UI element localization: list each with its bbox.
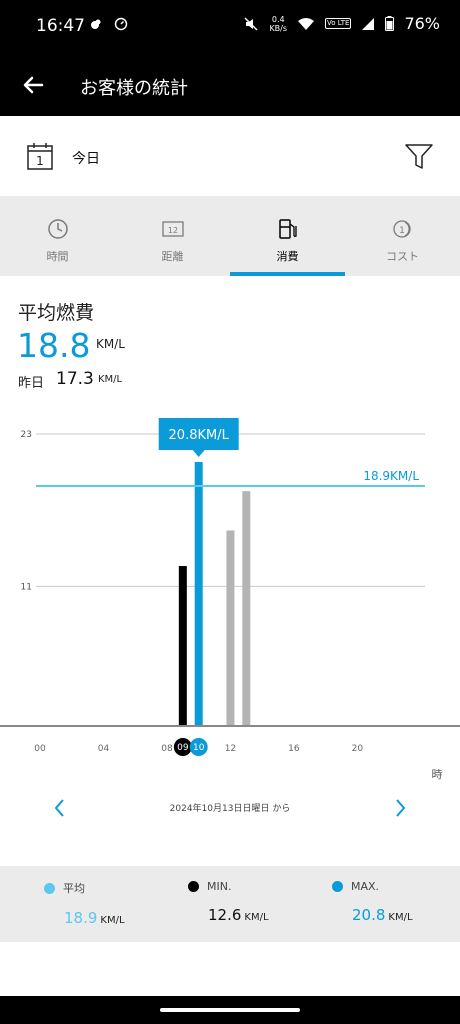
network-speed: 0.4 KB/s: [269, 14, 288, 33]
yesterday-value: 17.3: [56, 369, 94, 389]
bar: [226, 530, 235, 726]
calendar-icon[interactable]: 1: [27, 142, 53, 170]
svg-text:1: 1: [399, 226, 405, 236]
yesterday-unit: KM/L: [98, 374, 123, 385]
summary-unit: KM/L: [100, 915, 125, 926]
summary-label: 平均: [63, 882, 85, 895]
fuel-pump-icon: [278, 219, 297, 239]
speedometer-icon: [114, 17, 128, 31]
x-tick-label: 08: [161, 744, 173, 754]
summary-label: MIN.: [207, 880, 232, 893]
gesture-bar: [0, 996, 460, 1024]
svg-text:12: 12: [167, 226, 177, 235]
bar: [194, 461, 203, 726]
summary-value: 18.9: [64, 909, 98, 927]
tooltip-label: 20.8KM/L: [169, 428, 230, 443]
chevron-right-icon[interactable]: [390, 797, 410, 819]
date-selector[interactable]: 1 今日: [0, 116, 460, 196]
active-tab-indicator: [230, 272, 345, 276]
page-title: お客様の統計: [80, 78, 188, 99]
x-tick-label: 10: [193, 743, 205, 753]
summary-unit: KM/L: [388, 912, 413, 923]
x-axis-label: 時: [432, 768, 443, 781]
app-bar: お客様の統計: [0, 56, 460, 116]
metric-unit: KM/L: [96, 337, 125, 351]
mute-icon: [244, 16, 258, 31]
tab-label: 時間: [46, 250, 69, 263]
home-indicator[interactable]: [160, 1008, 300, 1012]
yesterday-label: 昨日: [18, 376, 45, 391]
metric-value: 18.8: [17, 326, 91, 365]
y-tick-label: 23: [21, 430, 32, 440]
summary-min: MIN. 12.6 KM/L: [188, 880, 269, 924]
tab-cost[interactable]: 1 コスト: [345, 196, 460, 276]
filter-icon[interactable]: [404, 143, 434, 171]
bar: [178, 566, 187, 726]
date-label: 今日: [72, 151, 100, 167]
summary-average: 平均 18.9 KM/L: [44, 880, 125, 927]
tab-time[interactable]: 時間: [0, 196, 115, 276]
tab-label: 消費: [276, 250, 299, 263]
summary-panel: 平均 18.9 KM/L MIN. 12.6 KM/L MAX. 20.8 KM/L: [0, 866, 460, 942]
status-time: 16:47: [36, 16, 85, 36]
tab-label: 距離: [161, 250, 184, 263]
volte-badge: Vo LTE: [325, 18, 352, 29]
x-tick-label: 20: [352, 744, 364, 754]
weather-icon: [91, 19, 101, 29]
x-tick-label: 00: [34, 744, 46, 754]
x-tick-label: 16: [288, 744, 300, 754]
bar: [242, 491, 251, 726]
metric-title: 平均燃費: [18, 302, 95, 324]
clock-icon: [47, 219, 68, 239]
period-navigation: 2024年10月13日日曜日 から: [0, 795, 460, 821]
summary-value: 12.6: [208, 906, 242, 924]
x-tick-label: 09: [177, 743, 189, 753]
tab-bar: 時間 12 距離 消費 1 コスト: [0, 196, 460, 276]
summary-label: MAX.: [351, 880, 380, 893]
x-tick-label: 04: [98, 744, 110, 754]
summary-value: 20.8: [352, 906, 386, 924]
wifi-icon: [298, 17, 315, 30]
average-line-label: 18.9KM/L: [363, 469, 419, 483]
min-dot: [188, 881, 199, 892]
tab-distance[interactable]: 12 距離: [115, 196, 230, 276]
average-dot: [44, 882, 55, 894]
status-bar: 16:47 0.4 KB/s Vo LTE 76%: [0, 0, 460, 56]
summary-max: MAX. 20.8 KM/L: [332, 880, 413, 924]
tab-consumption[interactable]: 消費: [230, 196, 345, 276]
battery-percent: 76%: [404, 14, 440, 33]
tab-label: コスト: [386, 250, 419, 263]
signal-icon: [362, 17, 375, 30]
consumption-chart: 11 23 18.9KM/L 20.8KM/L 00 04 08 09 10 12 16 20 時: [0, 418, 460, 781]
x-tick-label: 12: [225, 744, 236, 754]
y-tick-label: 11: [21, 582, 32, 592]
back-arrow-icon[interactable]: [20, 72, 46, 98]
odometer-icon: 12: [161, 221, 184, 237]
summary-unit: KM/L: [244, 912, 269, 923]
battery-icon: [385, 16, 395, 31]
coin-icon: 1: [392, 220, 411, 238]
calendar-day: 1: [36, 154, 44, 168]
max-dot: [332, 881, 343, 892]
tooltip-pointer: [192, 450, 205, 457]
